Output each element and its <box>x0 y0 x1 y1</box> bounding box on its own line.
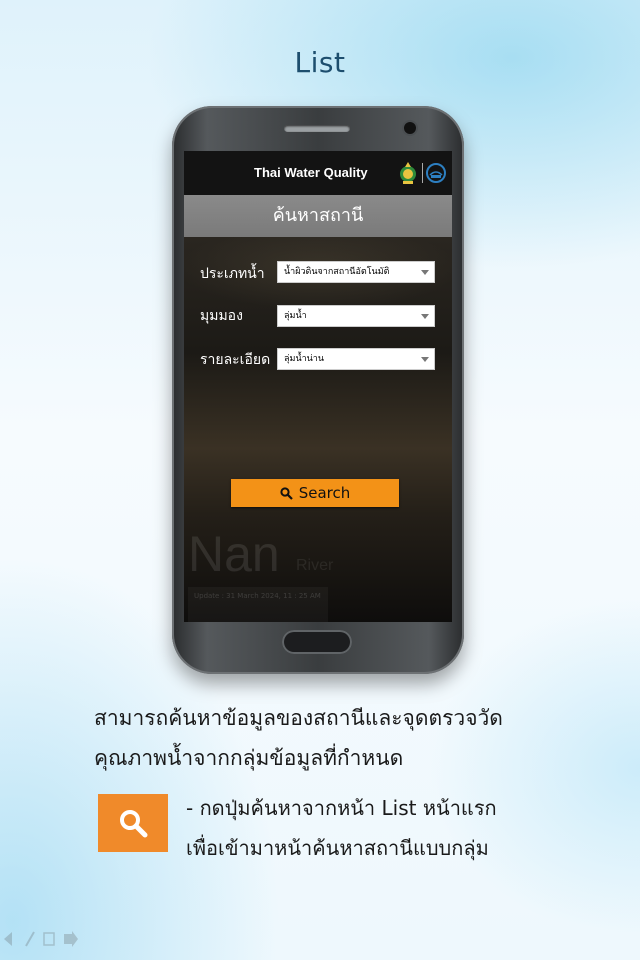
water-type-select[interactable]: น้ำผิวดินจากสถานีอัตโนมัติ <box>277 261 435 283</box>
page-title: List <box>294 46 346 79</box>
phone-camera <box>404 122 416 134</box>
detail-label: รายละเอียด <box>200 352 271 368</box>
phone-home-button <box>282 630 352 654</box>
water-type-value: น้ำผิวดินจากสถานีอัตโนมัติ <box>284 267 390 277</box>
detail-value: ลุ่มน้ำน่าน <box>284 354 325 364</box>
view-label: มุมมอง <box>200 308 243 324</box>
bg-value: 38 <box>214 617 279 622</box>
presentation-tools-icon <box>4 931 78 947</box>
phone-screen: Thai Water Quality ค้นหาสถานี Nan River … <box>184 151 452 622</box>
search-button[interactable]: Search <box>231 479 399 507</box>
department-logo <box>426 163 446 183</box>
app-title: Thai Water Quality <box>254 165 368 180</box>
search-icon <box>120 810 148 838</box>
chevron-down-icon <box>421 270 429 275</box>
search-button-label: Search <box>298 484 351 502</box>
note-line-1: - กดปุ่มค้นหาจากหน้า List หน้าแรก <box>186 796 497 820</box>
bg-update-text: Update : 31 March 2024, 11 : 25 AM <box>194 592 321 600</box>
emblem-logo <box>400 162 416 184</box>
bg-station-name: Nan <box>188 526 280 582</box>
view-value: ลุ่มน้ำ <box>284 311 307 321</box>
search-form: Nan River Update : 31 March 2024, 11 : 2… <box>184 237 452 622</box>
screen-title: ค้นหาสถานี <box>184 195 452 237</box>
search-icon-box <box>98 794 168 852</box>
note-line-2: เพื่อเข้ามาหน้าค้นหาสถานีแบบกลุ่ม <box>186 836 489 860</box>
chevron-down-icon <box>421 357 429 362</box>
view-select[interactable]: ลุ่มน้ำ <box>277 305 435 327</box>
detail-select[interactable]: ลุ่มน้ำน่าน <box>277 348 435 370</box>
water-type-label: ประเภทน้ำ <box>200 266 265 282</box>
description-line-1: สามารถค้นหาข้อมูลของสถานีและจุดตรวจวัด <box>94 706 503 730</box>
bg-station-sub: River <box>296 557 334 574</box>
search-icon <box>280 487 293 500</box>
chevron-down-icon <box>421 314 429 319</box>
description-line-2: คุณภาพน้ำจากกลุ่มข้อมูลที่กำหนด <box>94 746 404 770</box>
phone-speaker <box>284 125 350 132</box>
app-header: Thai Water Quality <box>184 151 452 195</box>
phone-mockup: Thai Water Quality ค้นหาสถานี Nan River … <box>172 106 464 674</box>
logo-separator <box>422 163 423 183</box>
